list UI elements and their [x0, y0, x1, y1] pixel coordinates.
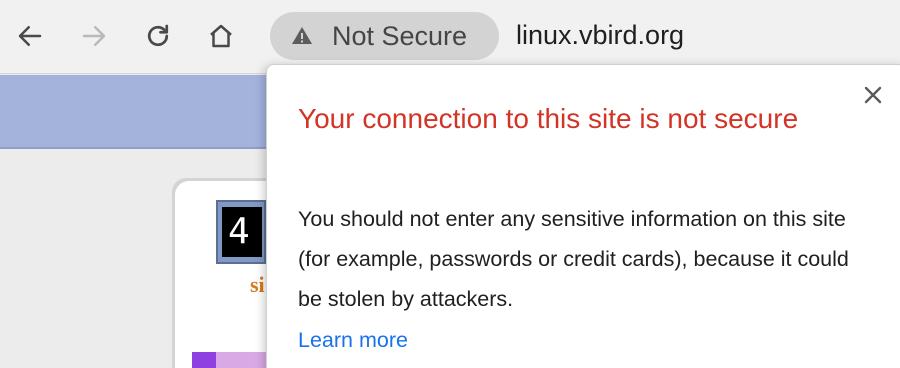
popup-title: Your connection to this site is not secu…: [298, 103, 799, 134]
security-indicator-button[interactable]: Not Secure: [270, 12, 499, 60]
forward-button[interactable]: [72, 14, 116, 58]
warning-triangle-icon: [292, 27, 312, 44]
menu-block-dark: [192, 352, 216, 368]
security-label: Not Secure: [332, 20, 468, 51]
site-subtitle-fragment: si: [250, 272, 265, 297]
omnibox[interactable]: Not Secure linux.vbird.org: [270, 12, 900, 60]
home-icon: [210, 24, 232, 48]
reload-button[interactable]: [136, 14, 180, 58]
reload-icon: [147, 24, 169, 47]
back-button[interactable]: [8, 14, 52, 58]
close-icon: [864, 86, 882, 104]
popup-body-text: You should not enter any sensitive infor…: [298, 207, 849, 311]
url-text[interactable]: linux.vbird.org: [516, 20, 684, 51]
browser-toolbar: Not Secure linux.vbird.org: [0, 0, 900, 74]
arrow-left-icon: [18, 26, 42, 46]
learn-more-link[interactable]: Learn more: [298, 322, 408, 358]
arrow-right-icon: [82, 26, 106, 46]
home-button[interactable]: [199, 14, 243, 58]
close-popup-button[interactable]: [858, 80, 888, 110]
site-logo: 4: [222, 207, 262, 257]
